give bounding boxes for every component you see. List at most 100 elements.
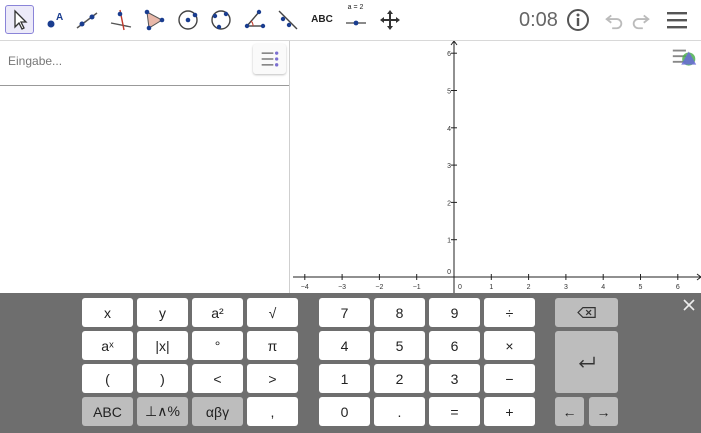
graphics-style-bar-button[interactable] — [669, 43, 701, 75]
num-key-1-3[interactable]: × — [484, 331, 535, 360]
graphics-view[interactable]: −4 −3 −2 −1 0 1 2 3 4 5 6 6 5 4 3 2 1 0 — [293, 41, 701, 293]
slider-tool-button[interactable]: a = 2 — [341, 4, 370, 35]
num-key-1-2[interactable]: 6 — [429, 331, 480, 360]
math-key-0-2[interactable]: a² — [192, 298, 243, 327]
key-label: ⊥∧% — [145, 403, 180, 419]
key-label: αβγ — [205, 403, 230, 420]
key-label: 5 — [395, 337, 404, 354]
key-label: √ — [268, 304, 277, 321]
right-arrow-icon: → — [596, 403, 611, 420]
main-menu-button[interactable] — [664, 8, 690, 32]
undo-button[interactable] — [601, 8, 627, 32]
math-key-2-3[interactable]: > — [247, 364, 298, 393]
move-graphics-tool-button[interactable] — [375, 5, 404, 34]
move-tool-button[interactable] — [5, 5, 34, 34]
algebra-input-row[interactable]: Eingabe... — [0, 41, 289, 86]
redo-button[interactable] — [628, 8, 654, 32]
algebra-menu-button[interactable] — [253, 44, 286, 74]
math-key-2-2[interactable]: < — [192, 364, 243, 393]
math-key-0-1[interactable]: y — [137, 298, 188, 327]
num-key-1-1[interactable]: 5 — [374, 331, 425, 360]
num-key-2-1[interactable]: 2 — [374, 364, 425, 393]
math-key-2-0[interactable]: ( — [82, 364, 133, 393]
point-tool-button[interactable]: A — [40, 5, 69, 34]
cursor-right-key[interactable]: → — [589, 397, 618, 426]
backspace-key[interactable] — [555, 298, 618, 327]
key-label: 0 — [340, 403, 349, 420]
math-key-0-3[interactable]: √ — [247, 298, 298, 327]
key-label: π — [267, 337, 278, 354]
reflect-line-tool-button[interactable] — [273, 5, 302, 34]
key-label: 3 — [450, 370, 459, 387]
move-graphics-icon — [379, 9, 400, 30]
math-key-1-1[interactable]: |x| — [137, 331, 188, 360]
info-button[interactable] — [565, 8, 591, 32]
text-icon: ABC — [311, 14, 333, 25]
num-key-0-3[interactable]: ÷ — [484, 298, 535, 327]
undo-icon — [605, 14, 623, 30]
math-key-3-1[interactable]: ⊥∧% — [137, 397, 188, 426]
key-label: 9 — [450, 304, 459, 321]
left-arrow-icon: ← — [562, 403, 577, 420]
math-key-1-0[interactable]: aˣ — [82, 331, 133, 360]
math-key-3-2[interactable]: αβγ — [192, 397, 243, 426]
circle-center-tool-button[interactable] — [173, 5, 202, 34]
y-tick-label: 5 — [447, 89, 451, 96]
polygon-tool-button[interactable] — [139, 5, 168, 34]
key-label: ABC — [93, 403, 122, 420]
slider-icon: a = 2 — [344, 4, 368, 35]
y-tick-label: 1 — [447, 238, 451, 245]
y-tick-label: 4 — [447, 126, 451, 133]
key-label: 1 — [340, 370, 349, 387]
num-key-2-2[interactable]: 3 — [429, 364, 480, 393]
circle-three-points-tool-button[interactable] — [206, 5, 235, 34]
num-key-3-0[interactable]: 0 — [319, 397, 370, 426]
cursor-left-key[interactable]: ← — [555, 397, 584, 426]
polygon-icon — [144, 9, 164, 30]
info-icon — [567, 9, 589, 31]
close-keyboard-button[interactable] — [681, 297, 697, 313]
key-label: aˣ — [101, 337, 114, 354]
style-bar-icon — [672, 49, 697, 66]
x-tick-label: 0 — [458, 284, 462, 291]
timer: 0:08 — [519, 9, 558, 31]
math-key-3-3[interactable]: , — [247, 397, 298, 426]
math-key-1-3[interactable]: π — [247, 331, 298, 360]
point-icon: A — [47, 12, 63, 27]
num-key-2-0[interactable]: 1 — [319, 364, 370, 393]
angle-tool-button[interactable] — [240, 5, 269, 34]
line-tool-button[interactable] — [72, 5, 101, 34]
enter-key[interactable] — [555, 331, 618, 393]
key-label: − — [505, 370, 514, 387]
angle-icon — [244, 9, 265, 28]
key-label: + — [505, 403, 514, 420]
math-key-2-1[interactable]: ) — [137, 364, 188, 393]
num-key-3-1[interactable]: . — [374, 397, 425, 426]
key-label: |x| — [155, 337, 170, 354]
text-tool-button[interactable]: ABC — [307, 5, 337, 34]
num-key-0-2[interactable]: 9 — [429, 298, 480, 327]
math-key-1-2[interactable]: ° — [192, 331, 243, 360]
key-label: = — [450, 403, 459, 420]
y-tick-label: 2 — [447, 200, 451, 207]
x-tick-label: 3 — [564, 284, 568, 291]
key-label: × — [505, 337, 514, 354]
num-key-0-1[interactable]: 8 — [374, 298, 425, 327]
num-key-0-0[interactable]: 7 — [319, 298, 370, 327]
num-key-2-3[interactable]: − — [484, 364, 535, 393]
num-key-3-2[interactable]: = — [429, 397, 480, 426]
circle-center-point-icon — [177, 9, 198, 30]
x-tick-label: −4 — [301, 284, 309, 291]
num-key-1-0[interactable]: 4 — [319, 331, 370, 360]
x-tick-label: −2 — [375, 284, 383, 291]
key-label: 4 — [340, 337, 349, 354]
algebra-input[interactable]: Eingabe... — [8, 54, 62, 68]
math-key-3-0[interactable]: ABC — [82, 397, 133, 426]
math-key-0-0[interactable]: x — [82, 298, 133, 327]
num-key-3-3[interactable]: + — [484, 397, 535, 426]
perpendicular-line-tool-button[interactable] — [106, 5, 135, 34]
y-tick-label: 0 — [447, 269, 451, 276]
key-label: 8 — [395, 304, 404, 321]
x-tick-label: 6 — [676, 284, 680, 291]
backspace-icon — [576, 307, 596, 318]
